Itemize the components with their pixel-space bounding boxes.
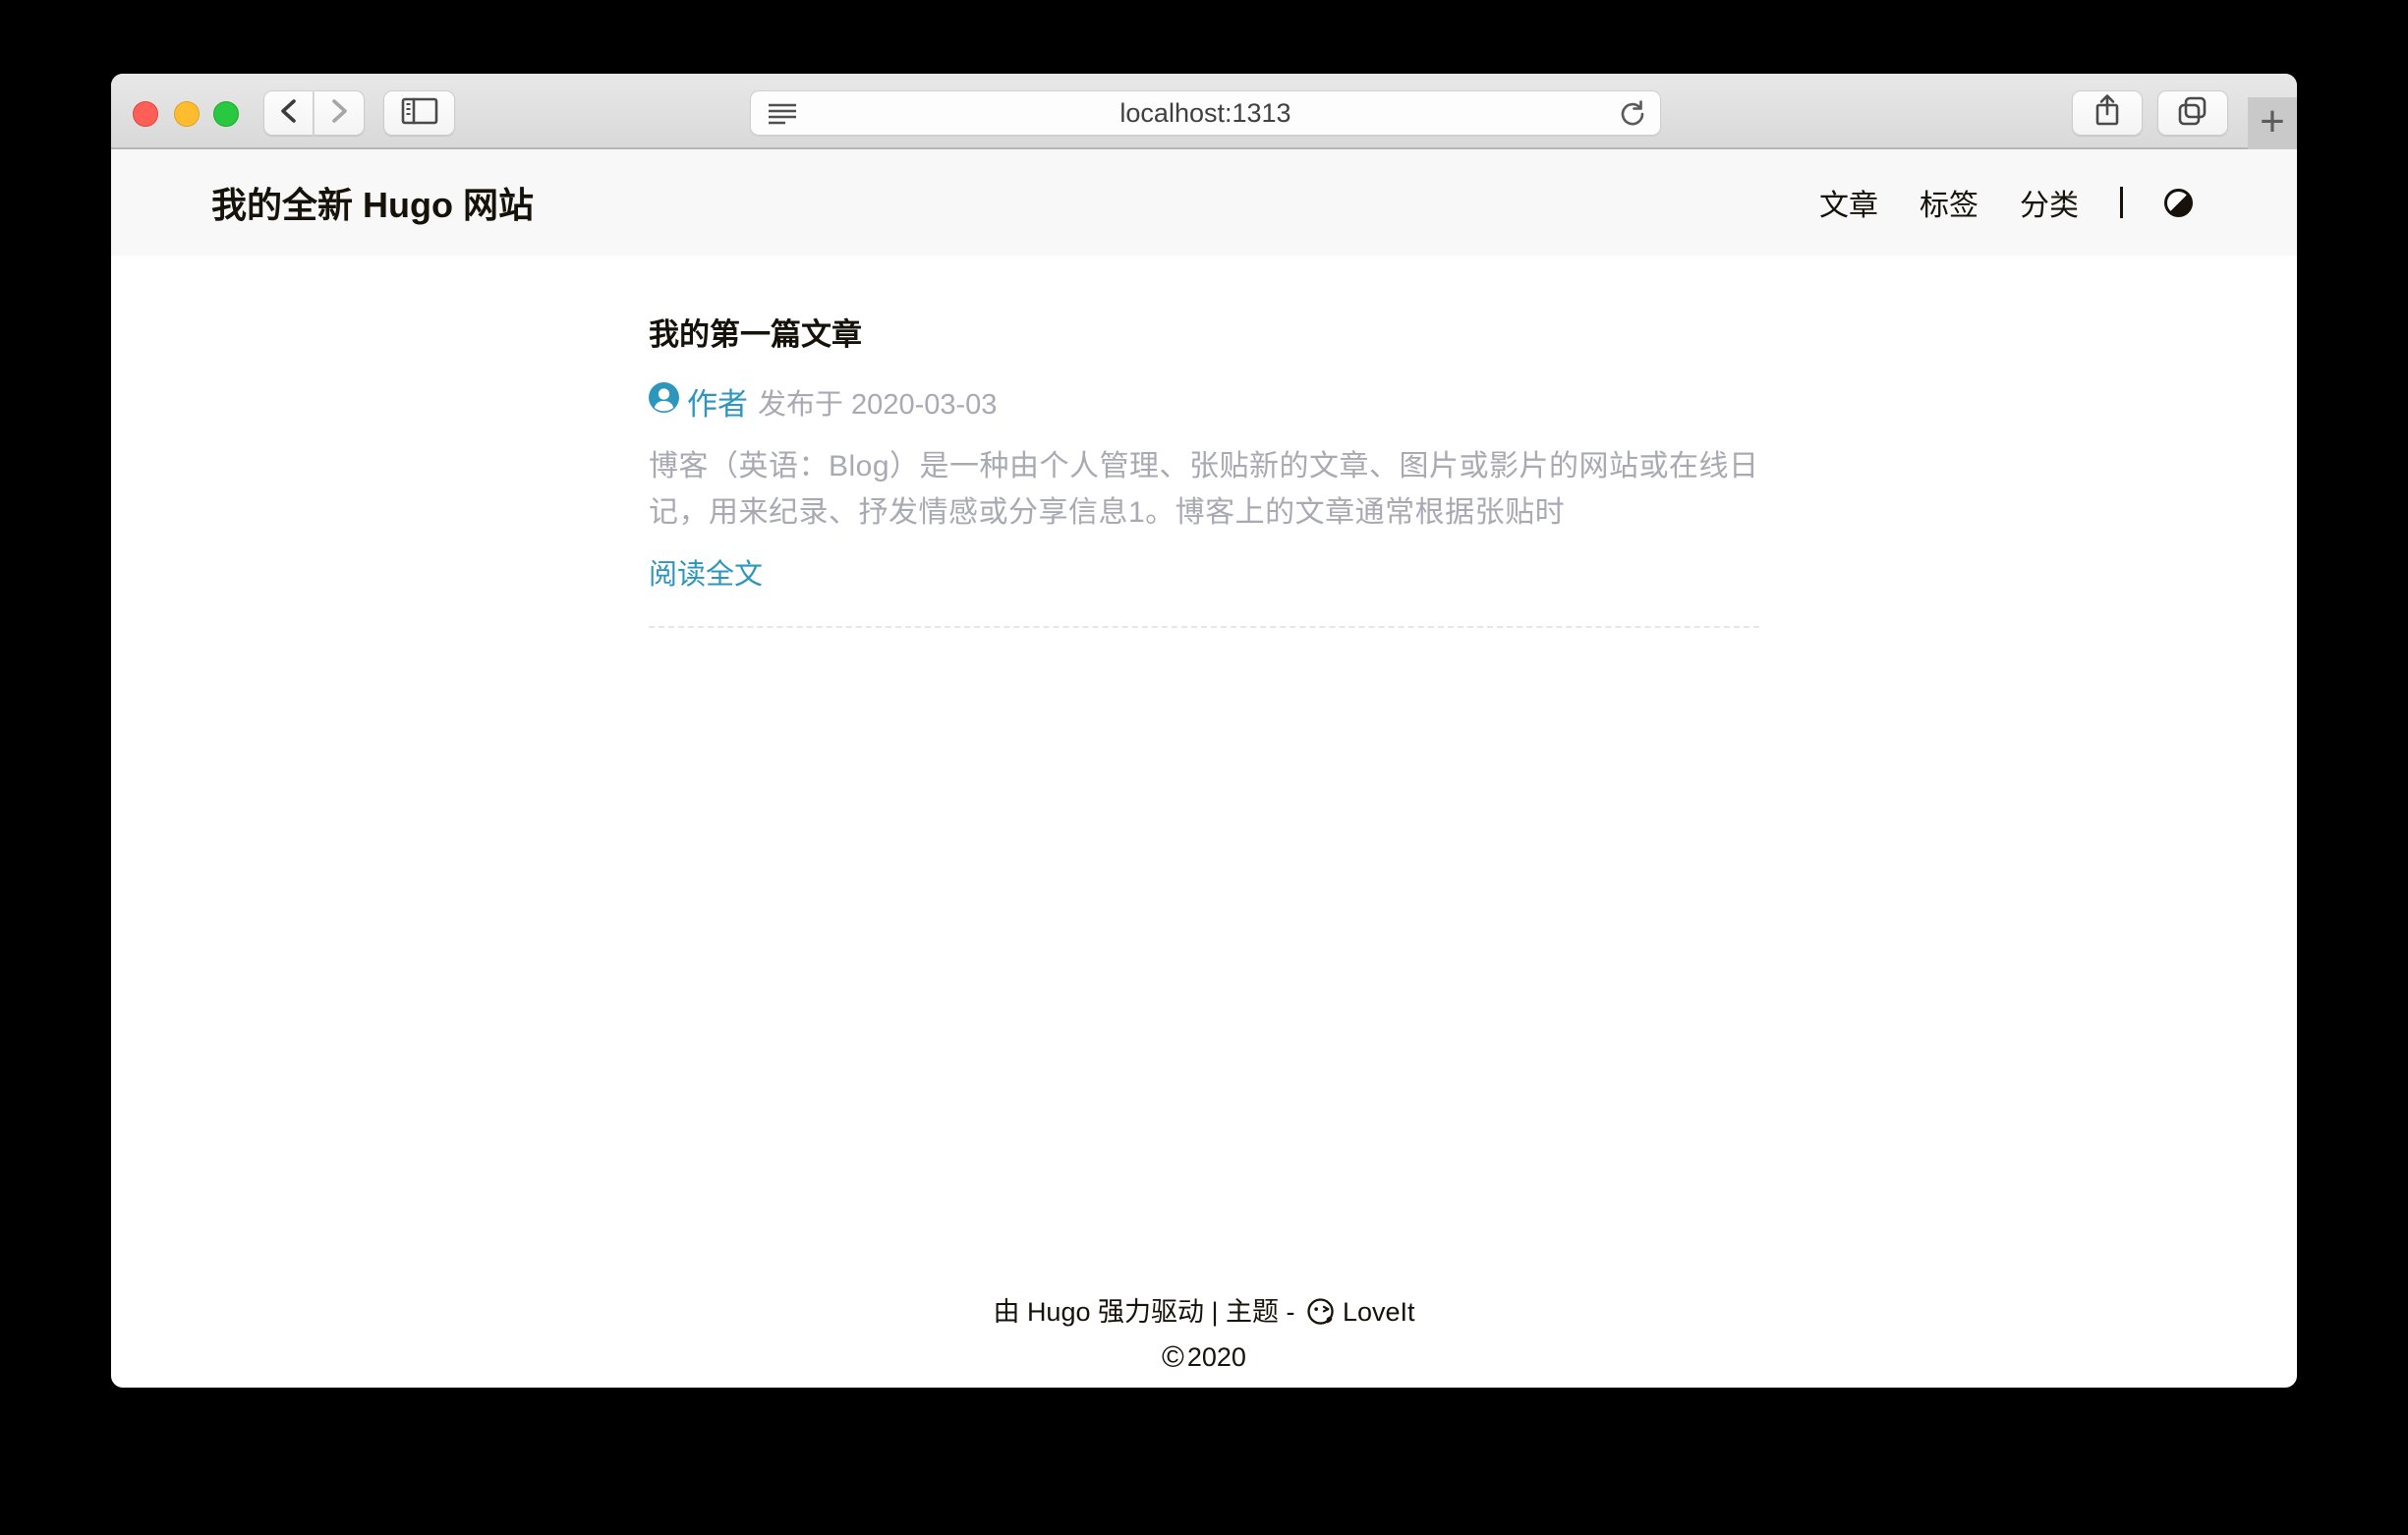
browser-toolbar: localhost:1313 [111,74,2297,149]
traffic-light-zoom-button[interactable] [213,101,239,127]
show-all-tabs-button[interactable] [2157,90,2228,136]
post-divider [649,626,1759,628]
author-link[interactable]: 作者 [687,379,748,424]
browser-window: localhost:1313 [111,74,2297,1388]
nav-item-categories[interactable]: 分类 [2020,181,2079,224]
post-list: 我的第一篇文章 作者 发布于 2020-03-03 博客（英语：Blog）是一种… [649,310,1759,628]
post-summary: 博客（英语：Blog）是一种由个人管理、张贴新的文章、图片或影片的网站或在线日记… [649,443,1759,536]
nav-item-tags[interactable]: 标签 [1920,181,1978,224]
read-more-link[interactable]: 阅读全文 [649,551,763,593]
traffic-light-close-button[interactable] [133,101,158,127]
post-meta: 作者 发布于 2020-03-03 [649,379,1759,424]
new-tab-button[interactable]: + [2248,97,2297,149]
plus-icon: + [2260,100,2285,143]
traffic-light-minimize-button[interactable] [174,101,200,127]
footer-powered-text: 由 Hugo 强力驱动 | 主题 - [993,1297,1302,1327]
theme-link[interactable]: LoveIt [1343,1297,1415,1327]
nav-item-posts[interactable]: 文章 [1819,181,1878,224]
site-footer: 由 Hugo 强力驱动 | 主题 - LoveIt ©2020 [111,1290,2297,1380]
url-text: localhost:1313 [1119,98,1290,129]
loveit-kiss-icon [1302,1297,1343,1327]
sidebar-icon [400,95,439,132]
copyright-icon: © [1162,1339,1184,1374]
share-button[interactable] [2072,90,2143,136]
address-bar[interactable]: localhost:1313 [750,90,1661,136]
post-title-link[interactable]: 我的第一篇文章 [649,310,1759,354]
copyright-year: 2020 [1187,1342,1246,1372]
site-title-link[interactable]: 我的全新 Hugo 网站 [211,177,534,228]
back-button[interactable] [263,90,314,136]
reader-view-icon[interactable] [767,99,798,134]
site-header: 我的全新 Hugo 网站 文章 标签 分类 [111,149,2297,256]
reload-button[interactable] [1617,98,1648,135]
theme-toggle-icon[interactable] [2164,189,2193,217]
nav-divider [2120,187,2123,218]
author-avatar-icon [649,382,679,421]
tabs-icon [2175,94,2210,133]
share-icon [2091,92,2124,135]
chevron-left-icon [274,94,304,133]
publish-date: 发布于 2020-03-03 [758,381,997,423]
sidebar-button[interactable] [383,90,455,136]
site-nav: 文章 标签 分类 [1819,181,2193,224]
chevron-right-icon [324,94,354,133]
forward-button[interactable] [315,90,365,136]
